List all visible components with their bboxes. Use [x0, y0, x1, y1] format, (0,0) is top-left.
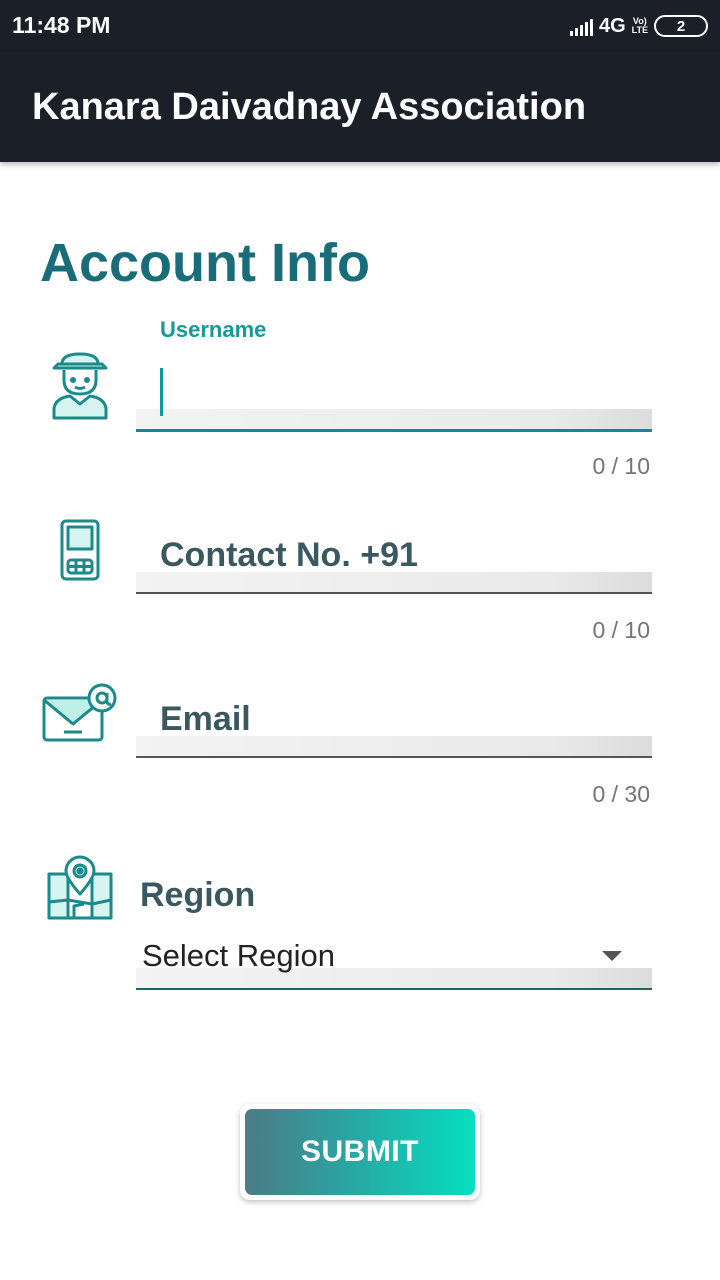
- username-counter: 0 / 10: [592, 453, 650, 479]
- email-label: Email: [160, 700, 251, 738]
- email-icon: [42, 683, 117, 742]
- status-bar: 11:48 PM 4G Vo) LTE 2: [0, 0, 720, 52]
- volte-icon: Vo) LTE: [632, 17, 648, 35]
- network-type: 4G: [598, 14, 626, 37]
- user-icon: [52, 352, 108, 420]
- contact-label: Contact No. +91: [160, 536, 418, 574]
- username-input[interactable]: [136, 409, 652, 429]
- region-selected-value[interactable]: Select Region: [142, 938, 335, 974]
- battery-icon: 2: [654, 15, 708, 37]
- email-input[interactable]: [136, 736, 652, 756]
- map-pin-icon: [47, 855, 113, 920]
- email-counter: 0 / 30: [592, 781, 650, 807]
- contact-input[interactable]: [136, 572, 652, 592]
- dropdown-arrow-icon[interactable]: [602, 951, 622, 961]
- page-title: Account Info: [40, 233, 370, 293]
- username-underline: [136, 429, 652, 432]
- signal-icon: [569, 16, 593, 36]
- region-label: Region: [140, 876, 256, 914]
- submit-label: SUBMIT: [245, 1109, 475, 1195]
- username-label: Username: [160, 317, 267, 342]
- text-cursor: [160, 368, 163, 416]
- battery-level: 2: [676, 17, 686, 35]
- region-underline: [136, 988, 652, 990]
- status-indicators: 4G Vo) LTE 2: [569, 12, 708, 40]
- mobile-phone-icon: [60, 519, 100, 581]
- submit-button[interactable]: SUBMIT: [240, 1104, 480, 1200]
- app-bar: Kanara Daivadnay Association: [0, 52, 720, 162]
- status-time: 11:48 PM: [12, 12, 111, 38]
- contact-underline: [136, 592, 652, 594]
- contact-counter: 0 / 10: [592, 617, 650, 643]
- volte-bottom: LTE: [631, 25, 648, 35]
- email-underline: [136, 756, 652, 758]
- app-title: Kanara Daivadnay Association: [32, 86, 587, 128]
